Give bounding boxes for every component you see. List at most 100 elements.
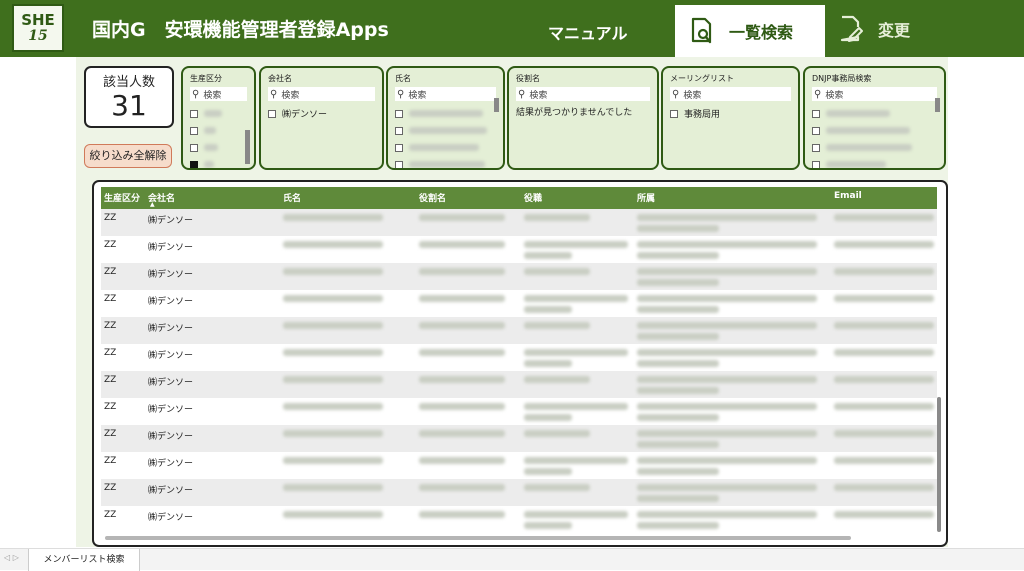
checkbox[interactable]	[190, 126, 198, 135]
cell-production: ZZ	[104, 240, 117, 250]
table-horizontal-scrollbar[interactable]	[105, 536, 851, 540]
clear-all-filters-button[interactable]: 絞り込み全解除	[84, 144, 172, 168]
search-placeholder: 検索	[281, 90, 300, 101]
cell-company: ㈱デンソー	[148, 297, 194, 307]
column-header-name[interactable]: 氏名	[283, 191, 301, 204]
slicer-option[interactable]: 事務局用	[670, 105, 791, 122]
list-search-nav-button[interactable]: 一覧検索	[675, 5, 825, 57]
cell-production: ZZ	[104, 348, 117, 358]
column-header-production[interactable]: 生産区分	[104, 191, 140, 204]
page-tab-member-list[interactable]: メンバーリスト検索	[28, 549, 140, 571]
checkbox[interactable]	[395, 109, 403, 118]
cell-department-redacted	[637, 387, 719, 394]
member-table: 生産区分 会社名 ▲ 氏名 役割名 役職 所属 Email ZZ ㈱デンソー ZZ ㈱…	[92, 180, 948, 547]
table-row[interactable]: ZZ ㈱デンソー	[101, 479, 937, 506]
cell-company: ㈱デンソー	[148, 324, 194, 334]
change-label: 変更	[878, 21, 911, 40]
column-header-role[interactable]: 役割名	[419, 191, 446, 204]
slicer-option[interactable]	[395, 122, 496, 139]
slicer-scrollbar[interactable]	[494, 98, 499, 112]
table-row[interactable]: ZZ ㈱デンソー	[101, 452, 937, 479]
cell-department-redacted	[637, 522, 719, 529]
slicer-option[interactable]	[190, 139, 247, 156]
cell-department-redacted	[637, 430, 817, 437]
checkbox[interactable]	[812, 160, 820, 168]
slicer-option[interactable]	[190, 156, 247, 168]
slicer-scrollbar[interactable]	[245, 130, 250, 164]
slicer-option[interactable]: ㈱デンソー	[268, 105, 375, 122]
slicer-option[interactable]	[812, 139, 937, 156]
checkbox[interactable]	[812, 126, 820, 135]
checkbox[interactable]	[395, 143, 403, 152]
cell-name-redacted	[283, 457, 383, 464]
page-nav-arrows-icon[interactable]: ◁ ▷	[4, 553, 19, 562]
slicer-option[interactable]	[395, 105, 496, 122]
redacted-text	[826, 161, 886, 168]
cell-role-redacted	[419, 484, 505, 491]
slicer-option[interactable]	[395, 156, 496, 168]
column-header-email[interactable]: Email	[834, 191, 862, 201]
table-row[interactable]: ZZ ㈱デンソー	[101, 344, 937, 371]
change-nav-button[interactable]: 変更	[838, 14, 910, 44]
checkbox[interactable]	[395, 126, 403, 135]
cell-role-redacted	[419, 268, 505, 275]
mailing-list-slicer: メーリングリスト ⚲ 検索 事務局用	[661, 66, 800, 170]
checkbox[interactable]	[670, 109, 678, 118]
slicer-option[interactable]	[812, 156, 937, 168]
cell-production: ZZ	[104, 321, 117, 331]
column-header-department[interactable]: 所属	[637, 191, 655, 204]
redacted-text	[826, 110, 890, 117]
cell-department-redacted	[637, 295, 817, 302]
member-count-value: 31	[111, 89, 147, 122]
slicer-title: メーリングリスト	[670, 74, 734, 83]
cell-company: ㈱デンソー	[148, 216, 194, 226]
checkbox[interactable]	[190, 109, 198, 118]
search-input[interactable]: ⚲ 検索	[812, 87, 937, 101]
list-search-label: 一覧検索	[729, 23, 794, 42]
column-header-position[interactable]: 役職	[524, 191, 542, 204]
search-input[interactable]: ⚲ 検索	[190, 87, 247, 101]
cell-position-redacted	[524, 322, 590, 329]
slicer-scrollbar[interactable]	[935, 98, 940, 112]
slicer-option[interactable]	[812, 105, 937, 122]
table-vertical-scrollbar[interactable]	[937, 397, 941, 532]
cell-company: ㈱デンソー	[148, 432, 194, 442]
checkbox[interactable]	[812, 109, 820, 118]
table-row[interactable]: ZZ ㈱デンソー	[101, 425, 937, 452]
search-input[interactable]: ⚲ 検索	[516, 87, 650, 101]
search-input[interactable]: ⚲ 検索	[268, 87, 375, 101]
manual-nav-button[interactable]: マニュアル	[548, 20, 628, 44]
cell-production: ZZ	[104, 213, 117, 223]
cell-email-redacted	[834, 484, 934, 491]
slicer-option[interactable]	[190, 105, 247, 122]
table-row[interactable]: ZZ ㈱デンソー	[101, 290, 937, 317]
cell-company: ㈱デンソー	[148, 351, 194, 361]
checkbox[interactable]	[268, 109, 276, 118]
search-placeholder: 検索	[683, 90, 702, 101]
redacted-text	[204, 161, 214, 168]
app-title: 国内G 安環機能管理者登録Apps	[92, 19, 389, 41]
checkbox[interactable]	[190, 160, 198, 168]
search-input[interactable]: ⚲ 検索	[670, 87, 791, 101]
slicer-option[interactable]	[812, 122, 937, 139]
table-row[interactable]: ZZ ㈱デンソー	[101, 263, 937, 290]
table-row[interactable]: ZZ ㈱デンソー	[101, 236, 937, 263]
table-row[interactable]: ZZ ㈱デンソー	[101, 209, 937, 236]
checkbox[interactable]	[812, 143, 820, 152]
cell-department-redacted	[637, 468, 719, 475]
checkbox[interactable]	[190, 143, 198, 152]
table-row[interactable]: ZZ ㈱デンソー	[101, 506, 937, 533]
cell-email-redacted	[834, 295, 934, 302]
slicer-option[interactable]	[190, 122, 247, 139]
redacted-text	[409, 110, 483, 117]
cell-email-redacted	[834, 376, 934, 383]
cell-name-redacted	[283, 511, 383, 518]
slicer-option[interactable]	[395, 139, 496, 156]
cell-email-redacted	[834, 241, 934, 248]
table-body: ZZ ㈱デンソー ZZ ㈱デンソー ZZ ㈱デンソー ZZ ㈱デンソー ZZ ㈱デンソー ZZ ㈱デン…	[101, 209, 937, 539]
checkbox[interactable]	[395, 160, 403, 168]
search-input[interactable]: ⚲ 検索	[395, 87, 496, 101]
table-row[interactable]: ZZ ㈱デンソー	[101, 398, 937, 425]
table-row[interactable]: ZZ ㈱デンソー	[101, 317, 937, 344]
table-row[interactable]: ZZ ㈱デンソー	[101, 371, 937, 398]
